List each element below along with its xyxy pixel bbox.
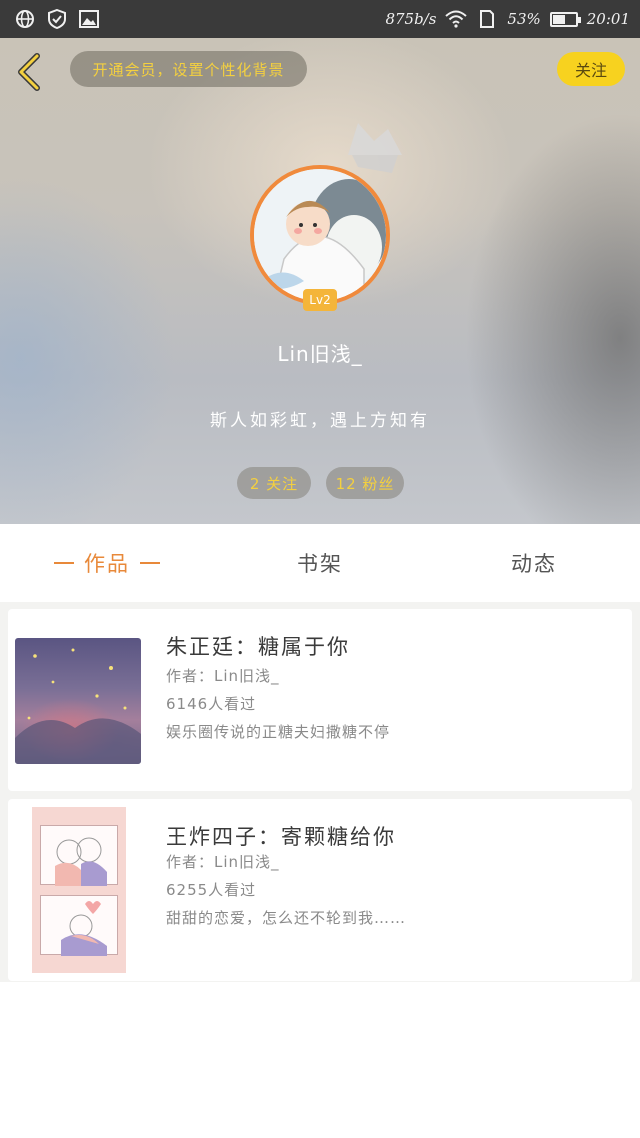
work-card[interactable]: 朱正廷：糖属于你 作者：Lin旧浅_ 6146人看过 娱乐圈传说的正糖夫妇撒糖不… — [8, 609, 632, 791]
tab-works-label: 作品 — [84, 552, 130, 576]
profile-header: 开通会员，设置个性化背景 关注 Lv2 Lin旧浅_ 斯人如彩虹，遇上方知有 2… — [0, 38, 640, 524]
work-cover-image — [32, 807, 126, 973]
follow-button[interactable]: 关注 — [557, 52, 625, 86]
back-button[interactable] — [12, 50, 48, 94]
tab-indicator-left — [54, 562, 74, 564]
work-card[interactable]: 王炸四子：寄颗糖给你 作者：Lin旧浅_ 6255人看过 甜甜的恋爱，怎么还不轮… — [8, 799, 632, 981]
wifi-icon — [445, 8, 468, 30]
following-count-button[interactable]: 2 关注 — [237, 467, 311, 499]
battery-fill — [552, 14, 566, 24]
battery-percent: 53% — [507, 10, 541, 28]
work-cover-image — [15, 638, 141, 764]
battery-icon — [549, 11, 581, 27]
comic-panel — [40, 895, 118, 956]
stats-row: 2 关注 12 粉丝 — [0, 467, 640, 499]
tab-bookshelf-label: 书架 — [297, 552, 343, 576]
work-title: 朱正廷：糖属于你 — [166, 635, 350, 659]
comic-panel — [40, 825, 118, 886]
status-left — [14, 8, 100, 30]
level-badge: Lv2 — [303, 289, 337, 311]
tab-works[interactable]: 作品 — [30, 524, 184, 602]
tab-indicator-right — [140, 562, 160, 564]
work-views: 6255人看过 — [166, 881, 257, 899]
vip-banner-button[interactable]: 开通会员，设置个性化背景 — [70, 51, 307, 87]
work-views: 6146人看过 — [166, 695, 257, 713]
work-author: 作者：Lin旧浅_ — [166, 853, 280, 871]
work-author: 作者：Lin旧浅_ — [166, 667, 280, 685]
status-right: 875b/s 53% 20:01 — [385, 8, 630, 30]
clock: 20:01 — [586, 10, 630, 28]
tab-activity-label: 动态 — [511, 552, 557, 576]
tab-bookshelf[interactable]: 书架 — [264, 524, 376, 602]
avatar-illustration — [254, 169, 386, 301]
status-bar: 875b/s 53% 20:01 — [0, 0, 640, 38]
blank-area — [0, 982, 640, 1138]
profile-tabs: 作品 书架 动态 — [0, 524, 640, 602]
bio: 斯人如彩虹，遇上方知有 — [210, 411, 430, 431]
works-list: 朱正廷：糖属于你 作者：Lin旧浅_ 6146人看过 娱乐圈传说的正糖夫妇撒糖不… — [0, 602, 640, 982]
followers-count-button[interactable]: 12 粉丝 — [326, 467, 404, 499]
image-icon — [78, 8, 100, 30]
tab-activity[interactable]: 动态 — [478, 524, 590, 602]
avatar[interactable] — [250, 165, 390, 305]
username: Lin旧浅_ — [277, 342, 363, 366]
sim-icon — [476, 8, 498, 30]
work-title: 王炸四子：寄颗糖给你 — [166, 825, 396, 849]
avatar-container[interactable] — [250, 123, 402, 307]
globe-icon — [14, 8, 36, 30]
network-speed: 875b/s — [385, 10, 437, 28]
work-description: 娱乐圈传说的正糖夫妇撒糖不停 — [166, 723, 391, 741]
work-description: 甜甜的恋爱，怎么还不轮到我…… — [166, 909, 407, 927]
shield-icon — [46, 8, 68, 30]
chevron-left-icon — [18, 53, 40, 91]
